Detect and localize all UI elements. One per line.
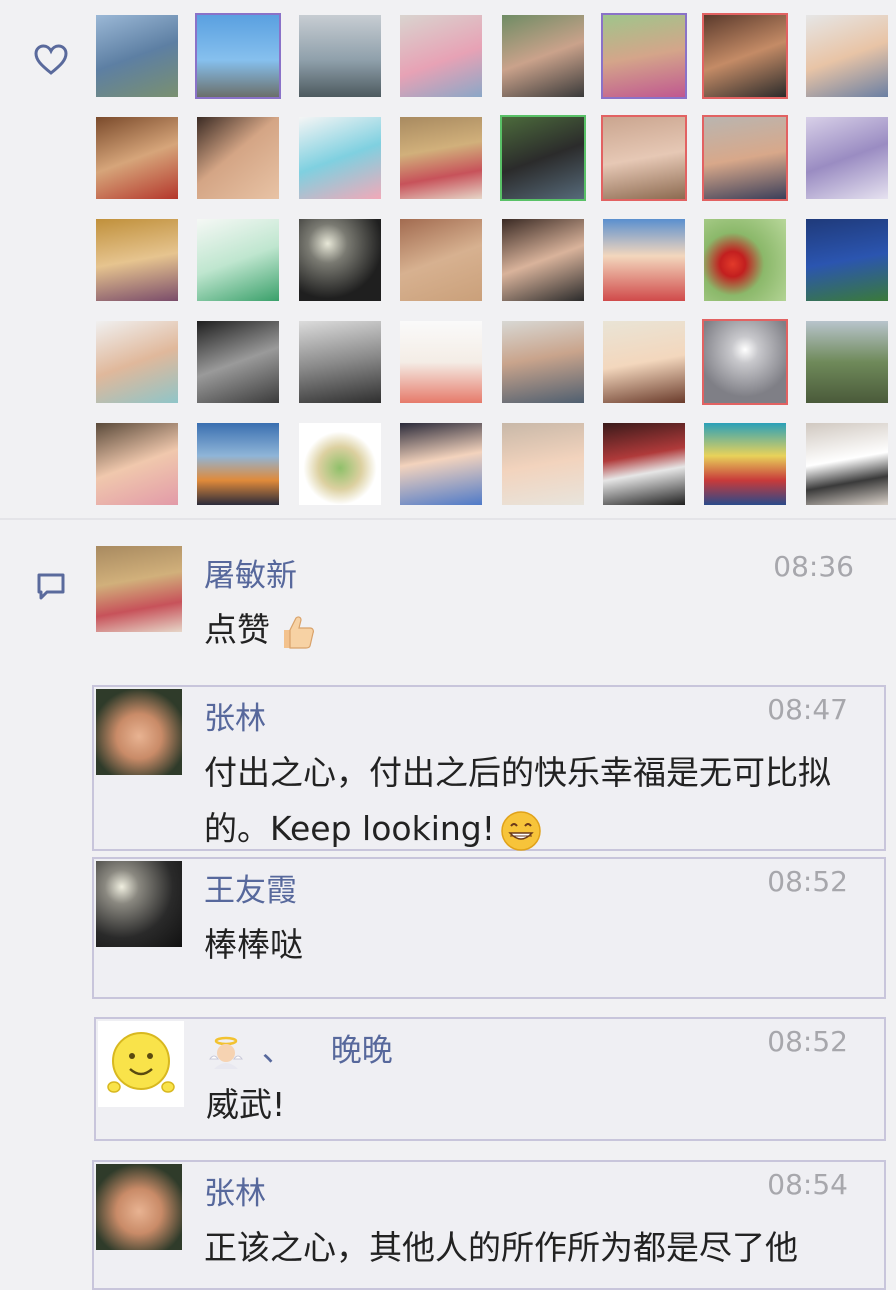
- commenter-name-separator: 、: [261, 1033, 293, 1069]
- comment-text: 棒棒哒: [204, 925, 303, 964]
- commenter-name[interactable]: 张林: [204, 1168, 266, 1213]
- like-avatar[interactable]: [195, 13, 281, 99]
- like-avatar[interactable]: [601, 13, 687, 99]
- comment-item[interactable]: 、 晚晚 08:52 威武!: [94, 1017, 886, 1141]
- like-avatar[interactable]: [804, 217, 890, 303]
- avatar[interactable]: [96, 546, 182, 632]
- like-avatar[interactable]: [398, 217, 484, 303]
- comment-bubble-icon: [37, 573, 65, 600]
- like-avatar[interactable]: [94, 13, 180, 99]
- like-avatar[interactable]: [601, 115, 687, 201]
- like-avatar[interactable]: [804, 319, 890, 405]
- like-avatar[interactable]: [804, 13, 890, 99]
- like-avatar[interactable]: [500, 13, 586, 99]
- comment-text: 正该之心，其他人的所作所为都是尽了他: [204, 1228, 798, 1267]
- heart-icon: [34, 44, 68, 75]
- like-avatar[interactable]: [94, 421, 180, 507]
- like-avatar[interactable]: [94, 115, 180, 201]
- comment-item[interactable]: 王友霞 08:52 棒棒哒: [92, 857, 886, 999]
- comment-item[interactable]: 张林 08:47 付出之心，付出之后的快乐幸福是无可比拟的。Keep looki…: [92, 685, 886, 851]
- avatar[interactable]: [96, 689, 182, 775]
- comment-item[interactable]: 屠敏新 08:36 点赞: [92, 542, 892, 662]
- like-avatar[interactable]: [500, 115, 586, 201]
- comment-text-body: 点赞: [204, 610, 270, 649]
- comment-time: 08:54: [767, 1168, 848, 1201]
- like-avatar[interactable]: [601, 421, 687, 507]
- like-avatar[interactable]: [702, 115, 788, 201]
- like-avatar[interactable]: [601, 319, 687, 405]
- likes-section: [0, 0, 896, 518]
- like-avatar[interactable]: [297, 421, 383, 507]
- like-avatar[interactable]: [94, 217, 180, 303]
- like-avatar[interactable]: [195, 421, 281, 507]
- like-avatar-grid: [94, 13, 894, 508]
- commenter-name-text[interactable]: 晚晚: [331, 1033, 393, 1069]
- like-avatar[interactable]: [297, 13, 383, 99]
- commenter-name[interactable]: 、 晚晚: [206, 1025, 393, 1071]
- commenter-name[interactable]: 张林: [204, 693, 266, 738]
- commenter-name[interactable]: 屠敏新: [204, 550, 297, 595]
- comment-time: 08:47: [767, 693, 848, 726]
- comment-text: 威武!: [206, 1085, 286, 1124]
- like-avatar[interactable]: [94, 319, 180, 405]
- comment-time: 08:36: [773, 550, 854, 583]
- like-avatar[interactable]: [195, 217, 281, 303]
- like-avatar[interactable]: [804, 421, 890, 507]
- comment-text: 点赞: [204, 602, 878, 658]
- commenter-name[interactable]: 王友霞: [204, 865, 297, 910]
- like-avatar[interactable]: [398, 115, 484, 201]
- like-avatar[interactable]: [500, 217, 586, 303]
- like-avatar[interactable]: [398, 13, 484, 99]
- like-avatar[interactable]: [601, 217, 687, 303]
- like-avatar[interactable]: [702, 217, 788, 303]
- like-avatar[interactable]: [500, 421, 586, 507]
- like-avatar[interactable]: [804, 115, 890, 201]
- like-avatar[interactable]: [297, 217, 383, 303]
- avatar[interactable]: [98, 1021, 184, 1107]
- comment-time: 08:52: [767, 865, 848, 898]
- comment-text: 付出之心，付出之后的快乐幸福是无可比拟的。Keep looking!: [204, 745, 872, 857]
- avatar[interactable]: [96, 1164, 182, 1250]
- angel-baby-icon: [209, 1036, 243, 1069]
- thumbs-up-icon: [284, 615, 314, 649]
- smiling-moon-icon: [107, 1032, 175, 1093]
- like-avatar[interactable]: [702, 421, 788, 507]
- like-avatar[interactable]: [195, 319, 281, 405]
- like-avatar[interactable]: [398, 319, 484, 405]
- comment-time: 08:52: [767, 1025, 848, 1058]
- avatar[interactable]: [96, 861, 182, 947]
- like-avatar[interactable]: [195, 115, 281, 201]
- like-avatar[interactable]: [297, 115, 383, 201]
- grinning-face-icon: [501, 810, 541, 851]
- like-avatar[interactable]: [398, 421, 484, 507]
- like-avatar[interactable]: [297, 319, 383, 405]
- comments-section: 屠敏新 08:36 点赞 张林 08:47 付出之心，付出之后的快乐幸福是无可比…: [0, 520, 896, 1290]
- comment-item[interactable]: 张林 08:54 正该之心，其他人的所作所为都是尽了他: [92, 1160, 886, 1290]
- like-avatar[interactable]: [702, 319, 788, 405]
- like-avatar[interactable]: [702, 13, 788, 99]
- like-avatar[interactable]: [500, 319, 586, 405]
